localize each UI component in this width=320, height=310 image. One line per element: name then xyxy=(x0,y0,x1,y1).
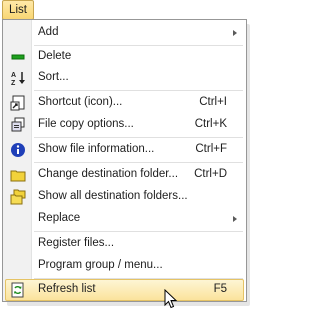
menu-item-label: Replace xyxy=(38,212,81,224)
menu-item-label: File copy options... xyxy=(38,118,134,130)
menu-item-label: Delete xyxy=(38,50,72,62)
menu-item-shortcut: F5 xyxy=(213,283,227,295)
submenu-arrow-icon xyxy=(233,216,237,222)
menu-item-replace[interactable]: Replace xyxy=(5,208,244,230)
list-menu-button[interactable]: List xyxy=(2,0,34,20)
refresh-icon xyxy=(11,282,24,298)
menu-item-label: Show file information... xyxy=(38,143,155,155)
menu-item-label: Show all destination folders... xyxy=(38,190,188,202)
mouse-cursor-icon xyxy=(164,289,178,309)
svg-text:Z: Z xyxy=(11,80,16,86)
menu-item-refresh-list[interactable]: Refresh list F5 xyxy=(5,279,244,301)
menu-separator xyxy=(34,137,243,138)
menu-item-shortcut: Ctrl+D xyxy=(194,168,227,180)
menu-item-delete[interactable]: Delete xyxy=(5,46,244,68)
menu-item-sort[interactable]: A Z Sort... xyxy=(5,67,244,89)
menu-item-label: Sort... xyxy=(38,71,69,83)
menu-separator xyxy=(34,231,243,232)
menu-item-shortcut: Ctrl+K xyxy=(194,118,227,130)
menu-item-register-files[interactable]: Register files... xyxy=(5,233,244,255)
menu-item-show-all-destination-folders[interactable]: Show all destination folders... xyxy=(5,186,244,208)
folder-icon xyxy=(10,170,26,182)
menu-item-label: Refresh list xyxy=(38,283,96,295)
menu-item-shortcut: Ctrl+I xyxy=(199,96,227,108)
folders-icon xyxy=(10,189,26,205)
shortcut-icon xyxy=(10,95,25,111)
menu-separator xyxy=(34,90,243,91)
menu-item-shortcut-icon[interactable]: Shortcut (icon)... Ctrl+I xyxy=(5,92,244,114)
menu-item-label: Change destination folder... xyxy=(38,168,179,180)
menu-item-add[interactable]: Add xyxy=(5,22,244,44)
menu-item-label: Register files... xyxy=(38,237,115,249)
menu-separator xyxy=(34,162,243,163)
menu-item-change-destination-folder[interactable]: Change destination folder... Ctrl+D xyxy=(5,164,244,186)
menu-item-file-copy-options[interactable]: File copy options... Ctrl+K xyxy=(5,114,244,136)
menu-item-shortcut: Ctrl+F xyxy=(195,143,227,155)
menu-item-label: Program group / menu... xyxy=(38,259,163,271)
menu-item-show-file-information[interactable]: Show file information... Ctrl+F xyxy=(5,139,244,161)
menu-item-label: Shortcut (icon)... xyxy=(38,96,123,108)
sort-az-icon: A Z xyxy=(11,72,25,86)
submenu-arrow-icon xyxy=(233,30,237,36)
info-icon xyxy=(11,143,25,157)
copy-options-icon xyxy=(11,117,25,132)
list-dropdown-menu: Add Delete A Z Sort... Shortcut (icon)..… xyxy=(2,19,247,302)
minus-icon xyxy=(11,54,25,60)
svg-text:A: A xyxy=(11,72,16,79)
menu-item-program-group-menu[interactable]: Program group / menu... xyxy=(5,255,244,277)
menu-item-label: Add xyxy=(38,26,59,38)
